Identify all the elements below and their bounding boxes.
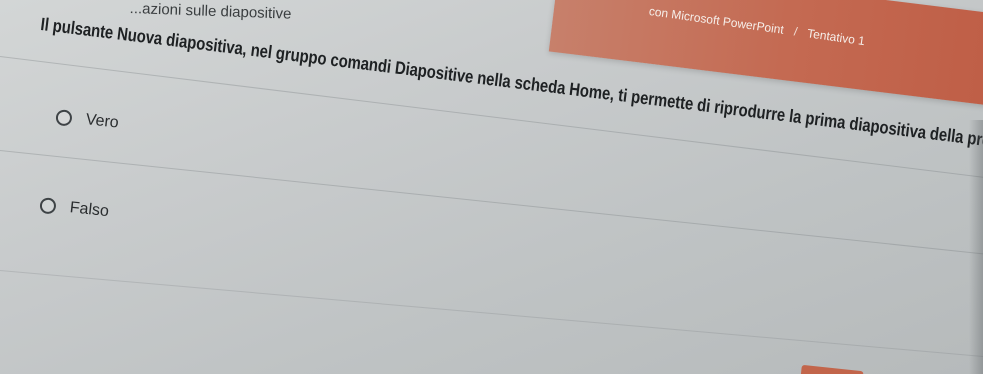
- divider: [0, 270, 983, 359]
- breadcrumb-separator: /: [793, 24, 799, 39]
- screen-edge-shadow: [969, 120, 983, 374]
- radio-button-vero[interactable]: [55, 109, 73, 127]
- section-title: ...azioni sulle diapositive: [129, 0, 292, 23]
- option-label-vero: Vero: [84, 111, 120, 132]
- option-vero[interactable]: Vero: [55, 108, 120, 132]
- option-falso[interactable]: Falso: [39, 196, 110, 221]
- radio-button-falso[interactable]: [39, 197, 57, 215]
- quiz-screen: con Microsoft PowerPoint / Tentativo 1 .…: [0, 0, 983, 374]
- divider: [0, 150, 983, 256]
- next-button-edge[interactable]: [800, 364, 864, 374]
- option-label-falso: Falso: [68, 199, 110, 221]
